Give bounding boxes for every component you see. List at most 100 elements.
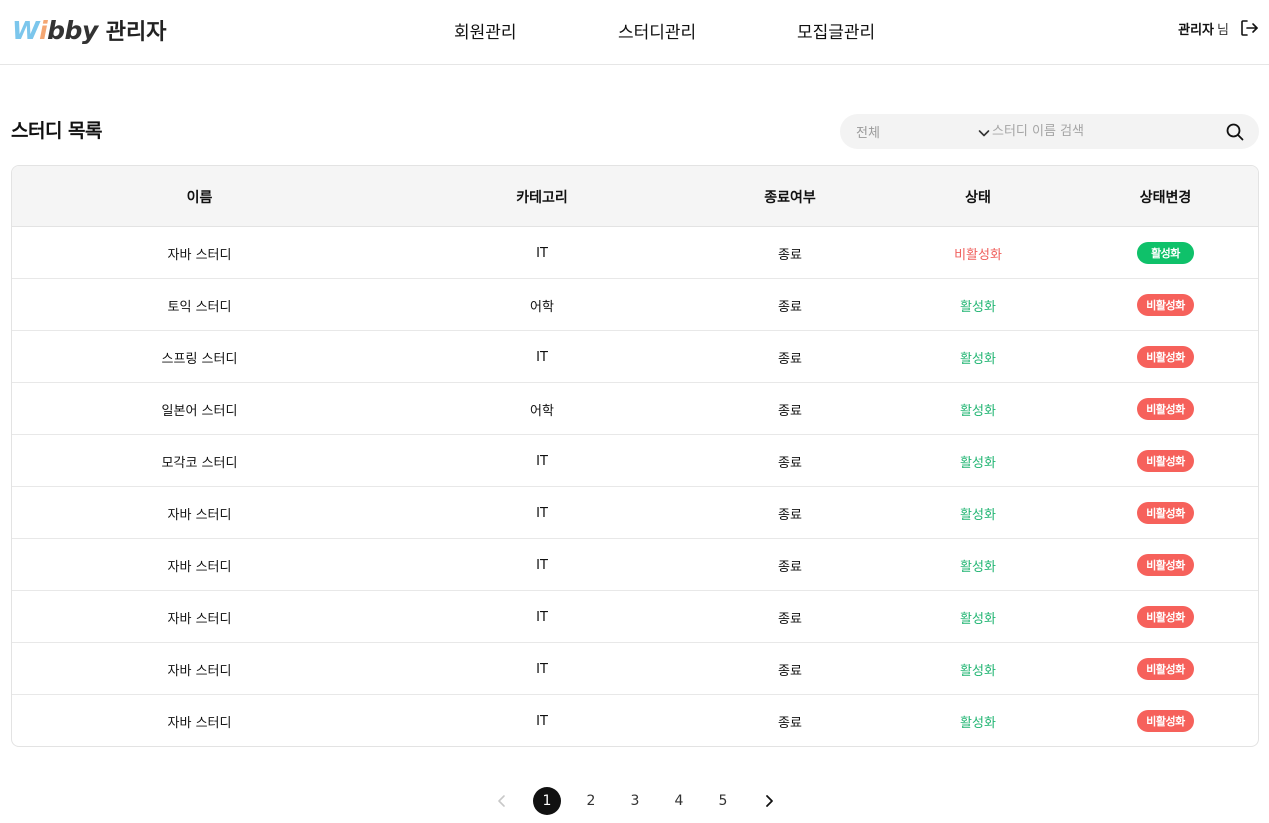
table-row: 자바 스터디 IT 종료 활성화 비활성화 xyxy=(12,539,1258,591)
status-change-button[interactable]: 활성화 xyxy=(1137,242,1194,264)
cell-category: IT xyxy=(536,557,548,573)
column-header-status-change: 상태변경 xyxy=(1139,189,1192,206)
main-nav: 회원관리 스터디관리 모집글관리 xyxy=(0,18,1269,44)
cell-ended: 종료 xyxy=(778,611,802,627)
cell-status: 활성화 xyxy=(960,299,996,315)
cell-category: 어학 xyxy=(530,299,554,315)
chevron-down-icon xyxy=(977,125,991,139)
table-row: 자바 스터디 IT 종료 비활성화 활성화 xyxy=(12,227,1258,279)
status-change-button[interactable]: 비활성화 xyxy=(1137,606,1194,628)
cell-status: 활성화 xyxy=(960,559,996,575)
cell-status: 활성화 xyxy=(960,455,996,471)
cell-status-change: 비활성화 xyxy=(1073,435,1258,487)
search-icon[interactable] xyxy=(1225,122,1245,142)
status-change-button[interactable]: 비활성화 xyxy=(1137,294,1194,316)
cell-name: 모각코 스터디 xyxy=(161,455,238,471)
cell-status: 비활성화 xyxy=(954,247,1002,263)
search-input[interactable] xyxy=(992,114,1212,149)
table-row: 모각코 스터디 IT 종료 활성화 비활성화 xyxy=(12,435,1258,487)
cell-status: 활성화 xyxy=(960,403,996,419)
cell-status: 활성화 xyxy=(960,663,996,679)
chevron-left-icon[interactable] xyxy=(494,793,510,809)
nav-study-management[interactable]: 스터디관리 xyxy=(618,18,696,43)
cell-category: 어학 xyxy=(530,403,554,419)
cell-category: IT xyxy=(536,505,548,521)
cell-status: 활성화 xyxy=(960,507,996,523)
column-header-name: 이름 xyxy=(186,189,213,206)
cell-name: 토익 스터디 xyxy=(167,299,232,315)
chevron-right-icon[interactable] xyxy=(761,793,777,809)
cell-ended: 종료 xyxy=(778,299,802,315)
cell-ended: 종료 xyxy=(778,559,802,575)
cell-status-change: 비활성화 xyxy=(1073,331,1258,383)
nav-recruit-post-management[interactable]: 모집글관리 xyxy=(797,18,875,43)
cell-name: 스프링 스터디 xyxy=(161,351,238,367)
cell-category: IT xyxy=(536,245,548,261)
study-table: 이름 카테고리 종료여부 상태 상태변경 자바 스터디 IT 종료 비활성화 활성화 토익… xyxy=(11,165,1259,747)
column-header-status: 상태 xyxy=(965,189,991,206)
nav-member-management[interactable]: 회원관리 xyxy=(454,18,517,43)
cell-name: 자바 스터디 xyxy=(167,559,232,575)
column-header-ended: 종료여부 xyxy=(764,189,816,206)
cell-name: 자바 스터디 xyxy=(167,715,232,731)
status-change-button[interactable]: 비활성화 xyxy=(1137,502,1194,524)
cell-category: IT xyxy=(536,661,548,677)
cell-status-change: 비활성화 xyxy=(1073,539,1258,591)
page-1[interactable]: 1 xyxy=(533,787,561,815)
status-change-button[interactable]: 비활성화 xyxy=(1137,346,1194,368)
table-row: 스프링 스터디 IT 종료 활성화 비활성화 xyxy=(12,331,1258,383)
cell-ended: 종료 xyxy=(778,403,802,419)
status-change-button[interactable]: 비활성화 xyxy=(1137,554,1194,576)
cell-status-change: 활성화 xyxy=(1073,227,1258,279)
cell-name: 자바 스터디 xyxy=(167,247,232,263)
page-title: 스터디 목록 xyxy=(11,120,103,142)
page-2[interactable]: 2 xyxy=(577,787,605,815)
cell-status-change: 비활성화 xyxy=(1073,643,1258,695)
cell-status: 활성화 xyxy=(960,351,996,367)
status-change-button[interactable]: 비활성화 xyxy=(1137,710,1194,732)
cell-name: 자바 스터디 xyxy=(167,611,232,627)
cell-ended: 종료 xyxy=(778,663,802,679)
cell-ended: 종료 xyxy=(778,247,802,263)
user-name: 관리자 xyxy=(1178,22,1215,38)
table-row: 자바 스터디 IT 종료 활성화 비활성화 xyxy=(12,643,1258,695)
table-row: 자바 스터디 IT 종료 활성화 비활성화 xyxy=(12,695,1258,746)
table-body: 자바 스터디 IT 종료 비활성화 활성화 토익 스터디 어학 종료 활성화 비활성화 스프링 스터… xyxy=(12,227,1258,746)
top-header: Wibby 관리자 회원관리 스터디관리 모집글관리 관리자 님 xyxy=(0,0,1269,65)
table-row: 일본어 스터디 어학 종료 활성화 비활성화 xyxy=(12,383,1258,435)
pagination: 1 2 3 4 5 xyxy=(0,787,1269,815)
cell-status-change: 비활성화 xyxy=(1073,279,1258,331)
user-area: 관리자 님 xyxy=(1178,18,1259,38)
status-change-button[interactable]: 비활성화 xyxy=(1137,450,1194,472)
search-filter-value: 전체 xyxy=(856,126,880,141)
cell-status: 활성화 xyxy=(960,715,996,731)
cell-status-change: 비활성화 xyxy=(1073,487,1258,539)
search-bar: 전체 xyxy=(840,114,1259,149)
cell-ended: 종료 xyxy=(778,455,802,471)
cell-status: 활성화 xyxy=(960,611,996,627)
cell-category: IT xyxy=(536,453,548,469)
table-row: 자바 스터디 IT 종료 활성화 비활성화 xyxy=(12,591,1258,643)
cell-name: 일본어 스터디 xyxy=(161,403,238,419)
cell-status-change: 비활성화 xyxy=(1073,383,1258,435)
cell-status-change: 비활성화 xyxy=(1073,591,1258,643)
cell-category: IT xyxy=(536,609,548,625)
cell-category: IT xyxy=(536,713,548,729)
table-row: 토익 스터디 어학 종료 활성화 비활성화 xyxy=(12,279,1258,331)
cell-category: IT xyxy=(536,349,548,365)
status-change-button[interactable]: 비활성화 xyxy=(1137,658,1194,680)
column-header-category: 카테고리 xyxy=(516,189,568,206)
search-filter-select[interactable]: 전체 xyxy=(856,114,990,149)
cell-ended: 종료 xyxy=(778,351,802,367)
cell-name: 자바 스터디 xyxy=(167,507,232,523)
page-4[interactable]: 4 xyxy=(665,787,693,815)
table-header: 이름 카테고리 종료여부 상태 상태변경 xyxy=(12,166,1258,227)
cell-name: 자바 스터디 xyxy=(167,663,232,679)
page-5[interactable]: 5 xyxy=(709,787,737,815)
user-suffix: 님 xyxy=(1217,22,1229,38)
status-change-button[interactable]: 비활성화 xyxy=(1137,398,1194,420)
cell-status-change: 비활성화 xyxy=(1073,695,1258,746)
table-row: 자바 스터디 IT 종료 활성화 비활성화 xyxy=(12,487,1258,539)
page-3[interactable]: 3 xyxy=(621,787,649,815)
logout-icon[interactable] xyxy=(1239,18,1259,38)
